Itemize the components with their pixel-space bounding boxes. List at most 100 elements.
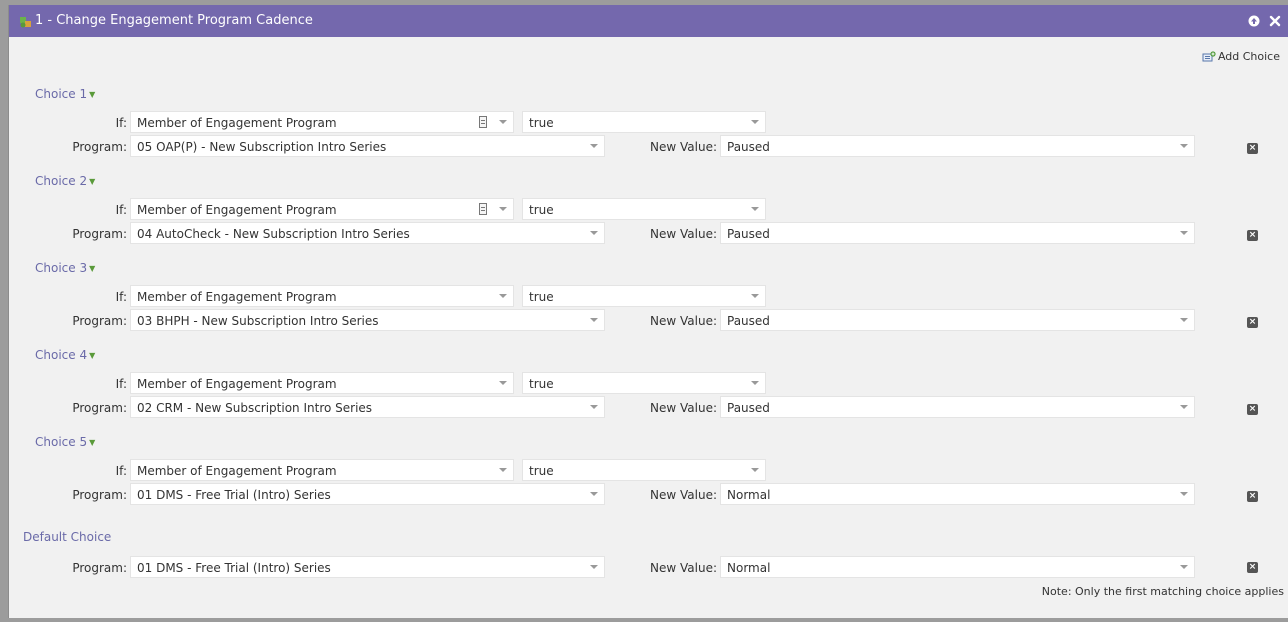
triangle-down-icon: ▼ — [89, 177, 96, 186]
choice-5-condition-value: true — [529, 464, 554, 478]
choice-2-program-select[interactable]: 04 AutoCheck - New Subscription Intro Se… — [130, 222, 605, 244]
choice-4-new-value-value: Paused — [727, 401, 770, 415]
choice-2-program-label: Program: — [72, 227, 127, 241]
delete-choice-2-button[interactable]: × — [1247, 230, 1258, 241]
flow-step-panel: 1 - Change Engagement Program Cadence Ad… — [8, 5, 1288, 618]
collapse-button[interactable] — [1247, 14, 1261, 28]
choice-4-new-value-label: New Value: — [650, 401, 717, 415]
choice-4-header[interactable]: Choice 4 ▼ — [35, 348, 95, 362]
choice-4-if-select[interactable]: Member of Engagement Program — [130, 372, 514, 394]
triangle-down-icon: ▼ — [89, 438, 96, 447]
arrow-up-icon — [1248, 15, 1260, 27]
choice-1-program-label: Program: — [72, 140, 127, 154]
add-choice-button[interactable]: Add Choice — [1202, 50, 1280, 63]
chevron-down-icon — [590, 231, 598, 235]
delete-choice-5-button[interactable]: × — [1247, 491, 1258, 502]
choice-2-condition-value: true — [529, 203, 554, 217]
choice-1-condition-select[interactable]: true — [522, 111, 766, 133]
chevron-down-icon — [590, 144, 598, 148]
chevron-down-icon — [1180, 565, 1188, 569]
chevron-down-icon — [751, 120, 759, 124]
chevron-down-icon — [1180, 231, 1188, 235]
note-text: Note: Only the first matching choice app… — [1041, 585, 1284, 598]
choice-5-if-select[interactable]: Member of Engagement Program — [130, 459, 514, 481]
choice-1-condition-value: true — [529, 116, 554, 130]
delete-icon: × — [1248, 562, 1257, 572]
choice-4-if-value: Member of Engagement Program — [137, 377, 337, 391]
delete-icon: × — [1248, 317, 1257, 327]
chevron-down-icon — [499, 294, 507, 298]
choice-1-program-value: 05 OAP(P) - New Subscription Intro Serie… — [137, 140, 387, 154]
choice-4-label: Choice 4 — [35, 348, 88, 362]
choice-3-new-value-label: New Value: — [650, 314, 717, 328]
choice-5-header[interactable]: Choice 5 ▼ — [35, 435, 95, 449]
choice-3-if-value: Member of Engagement Program — [137, 290, 337, 304]
choice-2-label: Choice 2 — [35, 174, 88, 188]
choice-4-program-value: 02 CRM - New Subscription Intro Series — [137, 401, 373, 415]
delete-icon: × — [1248, 491, 1257, 501]
choice-5-if-value: Member of Engagement Program — [137, 464, 337, 478]
choice-4-condition-select[interactable]: true — [522, 372, 766, 394]
choice-3-program-select[interactable]: 03 BHPH - New Subscription Intro Series — [130, 309, 605, 331]
delete-icon: × — [1248, 143, 1257, 153]
choice-3-new-value-select[interactable]: Paused — [720, 309, 1195, 331]
default-program-value: 01 DMS - Free Trial (Intro) Series — [137, 561, 331, 575]
chevron-down-icon — [751, 207, 759, 211]
choice-5-program-select[interactable]: 01 DMS - Free Trial (Intro) Series — [130, 483, 605, 505]
choice-3-if-label: If: — [115, 290, 127, 304]
choice-5-new-value-value: Normal — [727, 488, 771, 502]
chevron-down-icon — [590, 318, 598, 322]
choice-2-condition-select[interactable]: true — [522, 198, 766, 220]
choice-3-condition-select[interactable]: true — [522, 285, 766, 307]
choice-5-if-label: If: — [115, 464, 127, 478]
default-new-value-label: New Value: — [650, 561, 717, 575]
chevron-down-icon — [1180, 318, 1188, 322]
close-icon — [1269, 15, 1281, 27]
delete-choice-1-button[interactable]: × — [1247, 143, 1258, 154]
chevron-down-icon — [590, 565, 598, 569]
delete-choice-3-button[interactable]: × — [1247, 317, 1258, 328]
triangle-down-icon: ▼ — [89, 90, 96, 99]
delete-default-choice-button[interactable]: × — [1247, 562, 1258, 573]
choice-1-if-value: Member of Engagement Program — [137, 116, 337, 130]
close-button[interactable] — [1268, 14, 1282, 28]
delete-icon: × — [1248, 230, 1257, 240]
choice-2-if-select[interactable]: Member of Engagement Program — [130, 198, 514, 220]
chevron-down-icon — [751, 468, 759, 472]
choice-3-if-select[interactable]: Member of Engagement Program — [130, 285, 514, 307]
choice-2-if-label: If: — [115, 203, 127, 217]
choice-5-condition-select[interactable]: true — [522, 459, 766, 481]
choice-1-if-label: If: — [115, 116, 127, 130]
choice-3-condition-value: true — [529, 290, 554, 304]
choice-3-label: Choice 3 — [35, 261, 88, 275]
delete-icon: × — [1248, 404, 1257, 414]
choice-4-program-select[interactable]: 02 CRM - New Subscription Intro Series — [130, 396, 605, 418]
choice-5-program-value: 01 DMS - Free Trial (Intro) Series — [137, 488, 331, 502]
choice-3-program-value: 03 BHPH - New Subscription Intro Series — [137, 314, 379, 328]
choice-1-header[interactable]: Choice 1 ▼ — [35, 87, 95, 101]
chevron-down-icon — [1180, 144, 1188, 148]
chevron-down-icon — [751, 294, 759, 298]
chevron-down-icon — [590, 492, 598, 496]
choice-5-new-value-label: New Value: — [650, 488, 717, 502]
choice-2-new-value-select[interactable]: Paused — [720, 222, 1195, 244]
choice-3-program-label: Program: — [72, 314, 127, 328]
choice-4-new-value-select[interactable]: Paused — [720, 396, 1195, 418]
choice-1-program-select[interactable]: 05 OAP(P) - New Subscription Intro Serie… — [130, 135, 605, 157]
choice-1-new-value-select[interactable]: Paused — [720, 135, 1195, 157]
document-icon — [479, 116, 487, 128]
choice-2-new-value-value: Paused — [727, 227, 770, 241]
choice-2-header[interactable]: Choice 2 ▼ — [35, 174, 95, 188]
default-program-select[interactable]: 01 DMS - Free Trial (Intro) Series — [130, 556, 605, 578]
titlebar: 1 - Change Engagement Program Cadence — [9, 5, 1288, 37]
triangle-down-icon: ▼ — [89, 264, 96, 273]
choice-5-new-value-select[interactable]: Normal — [720, 483, 1195, 505]
choice-3-header[interactable]: Choice 3 ▼ — [35, 261, 95, 275]
delete-choice-4-button[interactable]: × — [1247, 404, 1258, 415]
default-new-value-value: Normal — [727, 561, 771, 575]
default-new-value-select[interactable]: Normal — [720, 556, 1195, 578]
choice-1-if-select[interactable]: Member of Engagement Program — [130, 111, 514, 133]
add-choice-icon — [1202, 50, 1216, 61]
choice-5-program-label: Program: — [72, 488, 127, 502]
triangle-down-icon: ▼ — [89, 351, 96, 360]
